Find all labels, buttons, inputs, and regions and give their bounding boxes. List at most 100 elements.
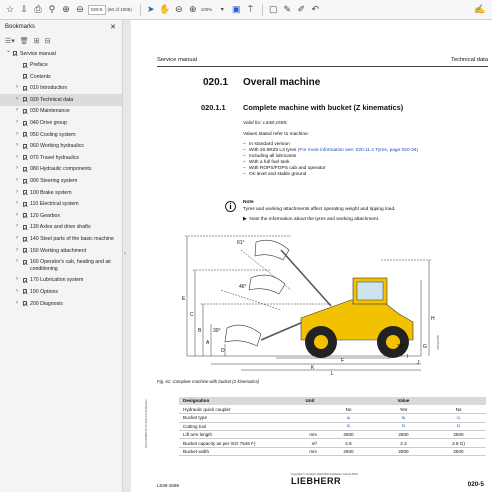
- bookmark-item[interactable]: › 020 Technical data: [0, 94, 122, 106]
- cell-value: 2500: [431, 430, 486, 440]
- col-designation: Designation: [179, 397, 299, 406]
- bookmark-label: Service manual: [20, 50, 56, 57]
- chevron-right-icon[interactable]: ›: [16, 189, 18, 196]
- chevron-right-icon[interactable]: ›: [16, 200, 18, 207]
- bookmark-item[interactable]: › 140 Steel parts of the basic machine: [0, 234, 122, 246]
- bookmark-item[interactable]: › 100 Brake system: [0, 187, 122, 199]
- star-icon[interactable]: ☆: [4, 3, 16, 17]
- chevron-right-icon[interactable]: ›: [16, 300, 18, 307]
- cell-value: No: [321, 405, 376, 415]
- page-number-input[interactable]: 020-5: [88, 4, 106, 15]
- bookmark-item[interactable]: › 120 Gearbox: [0, 210, 122, 222]
- cell-value: 2500: [321, 447, 376, 457]
- bookmark-item[interactable]: › 190 Options: [0, 286, 122, 298]
- bookmark-item[interactable]: › 160 Operator's cab, heating and air con…: [0, 257, 122, 275]
- bookmark-icon: [23, 108, 27, 114]
- options-icon[interactable]: ☰▾: [5, 37, 15, 45]
- bookmark-item[interactable]: Preface: [0, 60, 122, 72]
- bookmark-label: 200 Diagnosis: [30, 300, 63, 307]
- print-icon[interactable]: ⎙: [32, 3, 44, 17]
- fit-page-icon[interactable]: ▣: [230, 3, 242, 17]
- bookmark-item[interactable]: › 130 Axles and drive shafts: [0, 222, 122, 234]
- page-up-icon[interactable]: ⊕: [60, 3, 72, 17]
- chevron-down-icon[interactable]: ⌄: [6, 48, 11, 55]
- chevron-right-icon[interactable]: ›: [16, 84, 18, 91]
- note-action: ▶ Note the information about the tyres a…: [243, 217, 380, 222]
- dim-letter-c: C: [190, 312, 194, 318]
- chevron-right-icon[interactable]: ›: [16, 247, 18, 254]
- close-icon[interactable]: ✕: [110, 23, 116, 31]
- bookmark-item[interactable]: › 010 Introduction: [0, 83, 122, 95]
- bookmark-item[interactable]: › 060 Working hydraulics: [0, 141, 122, 153]
- bookmark-label: Contents: [30, 73, 51, 80]
- angle-label-2: 46°: [239, 284, 247, 290]
- find-bookmark-icon[interactable]: ⊟: [45, 37, 51, 45]
- bookmark-item[interactable]: › 150 Working attachment: [0, 245, 122, 257]
- chevron-right-icon[interactable]: ›: [16, 107, 18, 114]
- bookmark-item[interactable]: Contents: [0, 71, 122, 83]
- cross-reference-link[interactable]: (For more information see: 020.11.4 Tyre…: [298, 148, 418, 153]
- collapse-panel-icon[interactable]: ‹: [124, 251, 126, 257]
- select-cursor-icon[interactable]: ➤: [145, 3, 157, 17]
- bookmarks-panel: Bookmarks ✕ ☰▾ 🗑 ⊞ ⊟ ⌄ Service manual Pref…: [0, 20, 123, 492]
- cell-value: E): [431, 422, 486, 432]
- chevron-right-icon[interactable]: ›: [16, 223, 18, 230]
- search-icon[interactable]: ⚲: [46, 3, 58, 17]
- bookmark-item[interactable]: › 090 Steering system: [0, 176, 122, 188]
- undo-icon[interactable]: ↶: [309, 3, 321, 17]
- bookmark-label: 080 Hydraulic components: [30, 166, 92, 173]
- bookmark-item[interactable]: › 170 Lubrication system: [0, 275, 122, 287]
- comment-icon[interactable]: ▢: [267, 3, 279, 17]
- cell-value: Yes: [376, 405, 431, 415]
- bookmark-item[interactable]: › 110 Electrical system: [0, 199, 122, 211]
- page-down-icon[interactable]: ⊖: [74, 3, 86, 17]
- bookmark-item[interactable]: › 200 Diagnosis: [0, 298, 122, 310]
- highlight-icon[interactable]: ✐: [295, 3, 307, 17]
- chevron-right-icon[interactable]: ›: [16, 235, 18, 242]
- chevron-right-icon[interactable]: ›: [16, 165, 18, 172]
- chevron-right-icon[interactable]: ›: [16, 142, 18, 149]
- pen-icon[interactable]: ✎: [281, 3, 293, 17]
- zoom-out-icon[interactable]: ⊖: [173, 3, 185, 17]
- table-row: Cutting tool D) E) E): [179, 422, 486, 432]
- bookmark-icon: [23, 178, 27, 184]
- cell-designation: Hydraulic quick coupler: [179, 405, 299, 415]
- bookmark-label: 020 Technical data: [30, 96, 74, 103]
- bookmark-icon: [23, 132, 27, 138]
- bookmark-label: 190 Options: [30, 288, 58, 295]
- header-left: Service manual: [157, 57, 197, 63]
- chevron-right-icon[interactable]: ›: [16, 276, 18, 283]
- bookmark-item[interactable]: › 040 Drive group: [0, 118, 122, 130]
- zoom-level[interactable]: 100%: [201, 7, 213, 12]
- cell-unit: mm: [299, 447, 321, 457]
- bookmark-icon: [23, 85, 27, 91]
- bookmark-item[interactable]: › 030 Maintenance: [0, 106, 122, 118]
- chevron-right-icon[interactable]: ›: [16, 119, 18, 126]
- save-icon[interactable]: ⇩: [18, 3, 30, 17]
- bookmark-item[interactable]: › 070 Travel hydraulics: [0, 152, 122, 164]
- cell-unit: m³: [299, 438, 321, 448]
- bookmark-item[interactable]: › 050 Cooling system: [0, 129, 122, 141]
- hand-tool-icon[interactable]: ✋: [159, 3, 171, 17]
- sign-icon[interactable]: ✍: [474, 3, 486, 17]
- chevron-right-icon[interactable]: ›: [16, 288, 18, 295]
- bookmark-item[interactable]: ⌄ Service manual: [0, 48, 122, 60]
- bookmark-item[interactable]: › 080 Hydraulic components: [0, 164, 122, 176]
- add-bookmark-icon[interactable]: ⊞: [34, 37, 40, 45]
- delete-icon[interactable]: 🗑: [20, 37, 29, 45]
- bullet-list: – In standard version – With 20.5R25 L3 tyr…: [243, 142, 443, 178]
- chevron-right-icon[interactable]: ›: [16, 96, 18, 103]
- pin-icon[interactable]: ⍑: [244, 3, 256, 17]
- zoom-in-icon[interactable]: ⊕: [187, 3, 199, 17]
- zoom-dropdown-icon[interactable]: ▾: [216, 3, 228, 17]
- chevron-right-icon[interactable]: ›: [16, 212, 18, 219]
- bookmark-list: ⌄ Service manual Preface Contents › 010 Intro…: [0, 48, 122, 310]
- chevron-right-icon[interactable]: ›: [16, 177, 18, 184]
- cell-value: No: [431, 405, 486, 415]
- cell-value: B): [376, 413, 431, 423]
- chevron-right-icon[interactable]: ›: [16, 154, 18, 161]
- bookmark-icon: [23, 301, 27, 307]
- chevron-right-icon[interactable]: ›: [16, 258, 18, 265]
- bookmark-icon: [23, 190, 27, 196]
- chevron-right-icon[interactable]: ›: [16, 131, 18, 138]
